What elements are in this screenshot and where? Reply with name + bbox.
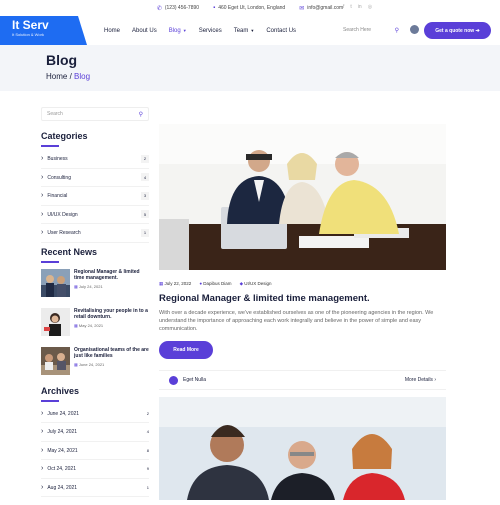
title-underline — [41, 260, 59, 263]
archive-item[interactable]: June 24, 20212 — [41, 405, 149, 423]
nav-about[interactable]: About Us — [132, 28, 157, 34]
post-image[interactable] — [159, 124, 446, 270]
globe-icon[interactable] — [410, 25, 419, 34]
tag-icon: ◆ — [239, 281, 244, 286]
breadcrumb-current: Blog — [74, 72, 91, 81]
recent-news-title[interactable]: Organisational teams of the are just lik… — [74, 347, 149, 360]
logo[interactable]: It Serv It Solution & Work — [0, 16, 87, 45]
get-quote-button[interactable]: Get a quote now ➔ — [424, 22, 491, 39]
phone-info[interactable]: ✆ (123) 456-7890 — [157, 5, 199, 12]
nav-home[interactable]: Home — [104, 28, 120, 34]
archives-title: Archives — [41, 385, 80, 396]
blog-post-2 — [159, 397, 446, 505]
location-icon: ▪ — [213, 5, 216, 11]
brand-name: It Serv — [12, 18, 49, 32]
recent-news-item[interactable]: Revitalising your people in to a retail … — [41, 307, 149, 347]
avatar — [169, 375, 178, 385]
post-author-meta[interactable]: ● Dapibus Diam — [199, 281, 231, 287]
sidebar-search-input[interactable]: Search ⚲ — [41, 107, 149, 121]
recent-news-title: Recent News — [41, 246, 98, 257]
breadcrumb: Home / Blog — [46, 72, 91, 81]
category-item[interactable]: UI/UX Design5 — [41, 206, 149, 224]
title-underline — [41, 399, 59, 402]
recent-news-title[interactable]: Revitalising your people in to a retail … — [74, 308, 149, 321]
read-more-button[interactable]: Read More — [159, 341, 213, 359]
post-author[interactable]: Eget Nulla — [169, 375, 206, 385]
top-contact-bar: ✆ (123) 456-7890 ▪ 460 Eget Ut, London, En… — [0, 0, 500, 16]
recent-news-title[interactable]: Regional Manager & limited time manageme… — [74, 269, 149, 282]
nav-contact[interactable]: Contact Us — [266, 28, 296, 34]
instagram-icon[interactable]: ◎ — [368, 4, 372, 10]
category-item[interactable]: Business2 — [41, 150, 149, 169]
category-item[interactable]: Consulting4 — [41, 169, 149, 187]
recent-news-thumbnail[interactable] — [41, 307, 70, 336]
recent-news-date: ▦ July 24, 2021 — [74, 283, 103, 289]
recent-news-date: ▦ June 24, 2021 — [74, 361, 105, 367]
email-info[interactable]: ✉ info@gmail.com — [299, 5, 343, 12]
brand-tagline: It Solution & Work — [12, 32, 44, 37]
recent-news-date: ▦ May 24, 2021 — [74, 322, 104, 328]
post-title[interactable]: Regional Manager & limited time manageme… — [159, 293, 446, 304]
nav-menu: Home About Us Blog ▼ Services Team ▼ Conta… — [104, 16, 296, 45]
nav-blog[interactable]: Blog ▼ — [169, 28, 187, 34]
sidebar: Search ⚲ Categories Business2 Consulting… — [41, 107, 149, 497]
page-banner: Blog Home / Blog — [0, 45, 500, 91]
nav-search-input[interactable]: Search Here ⚲ — [340, 24, 402, 36]
blog-post: ▦ July 22, 2022 ● Dapibus Diam ◆ UI/UX D… — [159, 124, 446, 390]
recent-news-item[interactable]: Regional Manager & limited time manageme… — [41, 268, 149, 308]
post-footer: Eget Nulla More Details › — [159, 370, 446, 390]
search-icon[interactable]: ⚲ — [139, 111, 143, 118]
post-image[interactable] — [159, 397, 446, 500]
post-meta: ▦ July 22, 2022 ● Dapibus Diam ◆ UI/UX D… — [159, 281, 446, 287]
social-links: f t in ◎ — [343, 4, 372, 10]
nav-team[interactable]: Team ▼ — [234, 28, 255, 34]
archive-item[interactable]: Oct 24, 20219 — [41, 460, 149, 479]
mail-icon: ✉ — [299, 5, 305, 12]
nav-services[interactable]: Services — [199, 28, 222, 34]
post-category[interactable]: ◆ UI/UX Design — [240, 281, 272, 287]
search-icon[interactable]: ⚲ — [395, 27, 399, 34]
title-underline — [41, 145, 59, 147]
recent-news-thumbnail[interactable] — [41, 346, 70, 375]
recent-news-item[interactable]: Organisational teams of the are just lik… — [41, 346, 149, 386]
user-icon: ● — [199, 281, 203, 286]
calendar-icon: ▦ — [159, 281, 164, 286]
breadcrumb-home[interactable]: Home — [46, 72, 67, 81]
post-excerpt: With over a decade experience, we've est… — [159, 310, 434, 332]
calendar-icon: ▦ — [74, 322, 78, 328]
more-details-link[interactable]: More Details › — [405, 377, 436, 383]
calendar-icon: ▦ — [74, 283, 78, 289]
categories-title: Categories — [41, 131, 88, 141]
main-navbar: It Serv It Solution & Work Home About Us… — [0, 16, 500, 45]
post-date: ▦ July 22, 2022 — [159, 281, 192, 286]
linkedin-icon[interactable]: in — [358, 4, 362, 10]
category-item[interactable]: User Research1 — [41, 224, 149, 243]
chevron-down-icon: ▼ — [182, 27, 187, 33]
archive-item[interactable]: July 24, 20214 — [41, 423, 149, 442]
phone-icon: ✆ — [156, 5, 162, 12]
category-item[interactable]: Financial3 — [41, 187, 149, 206]
address-info: ▪ 460 Eget Ut, London, England — [213, 5, 286, 11]
twitter-icon[interactable]: t — [350, 4, 351, 10]
archive-item[interactable]: May 24, 20218 — [41, 442, 149, 460]
chevron-down-icon: ▼ — [250, 27, 255, 33]
facebook-icon[interactable]: f — [343, 4, 344, 10]
page-title: Blog — [46, 52, 78, 68]
archive-item[interactable]: Aug 24, 20211 — [41, 479, 149, 497]
recent-news-thumbnail[interactable] — [41, 268, 70, 297]
calendar-icon: ▦ — [74, 361, 78, 367]
